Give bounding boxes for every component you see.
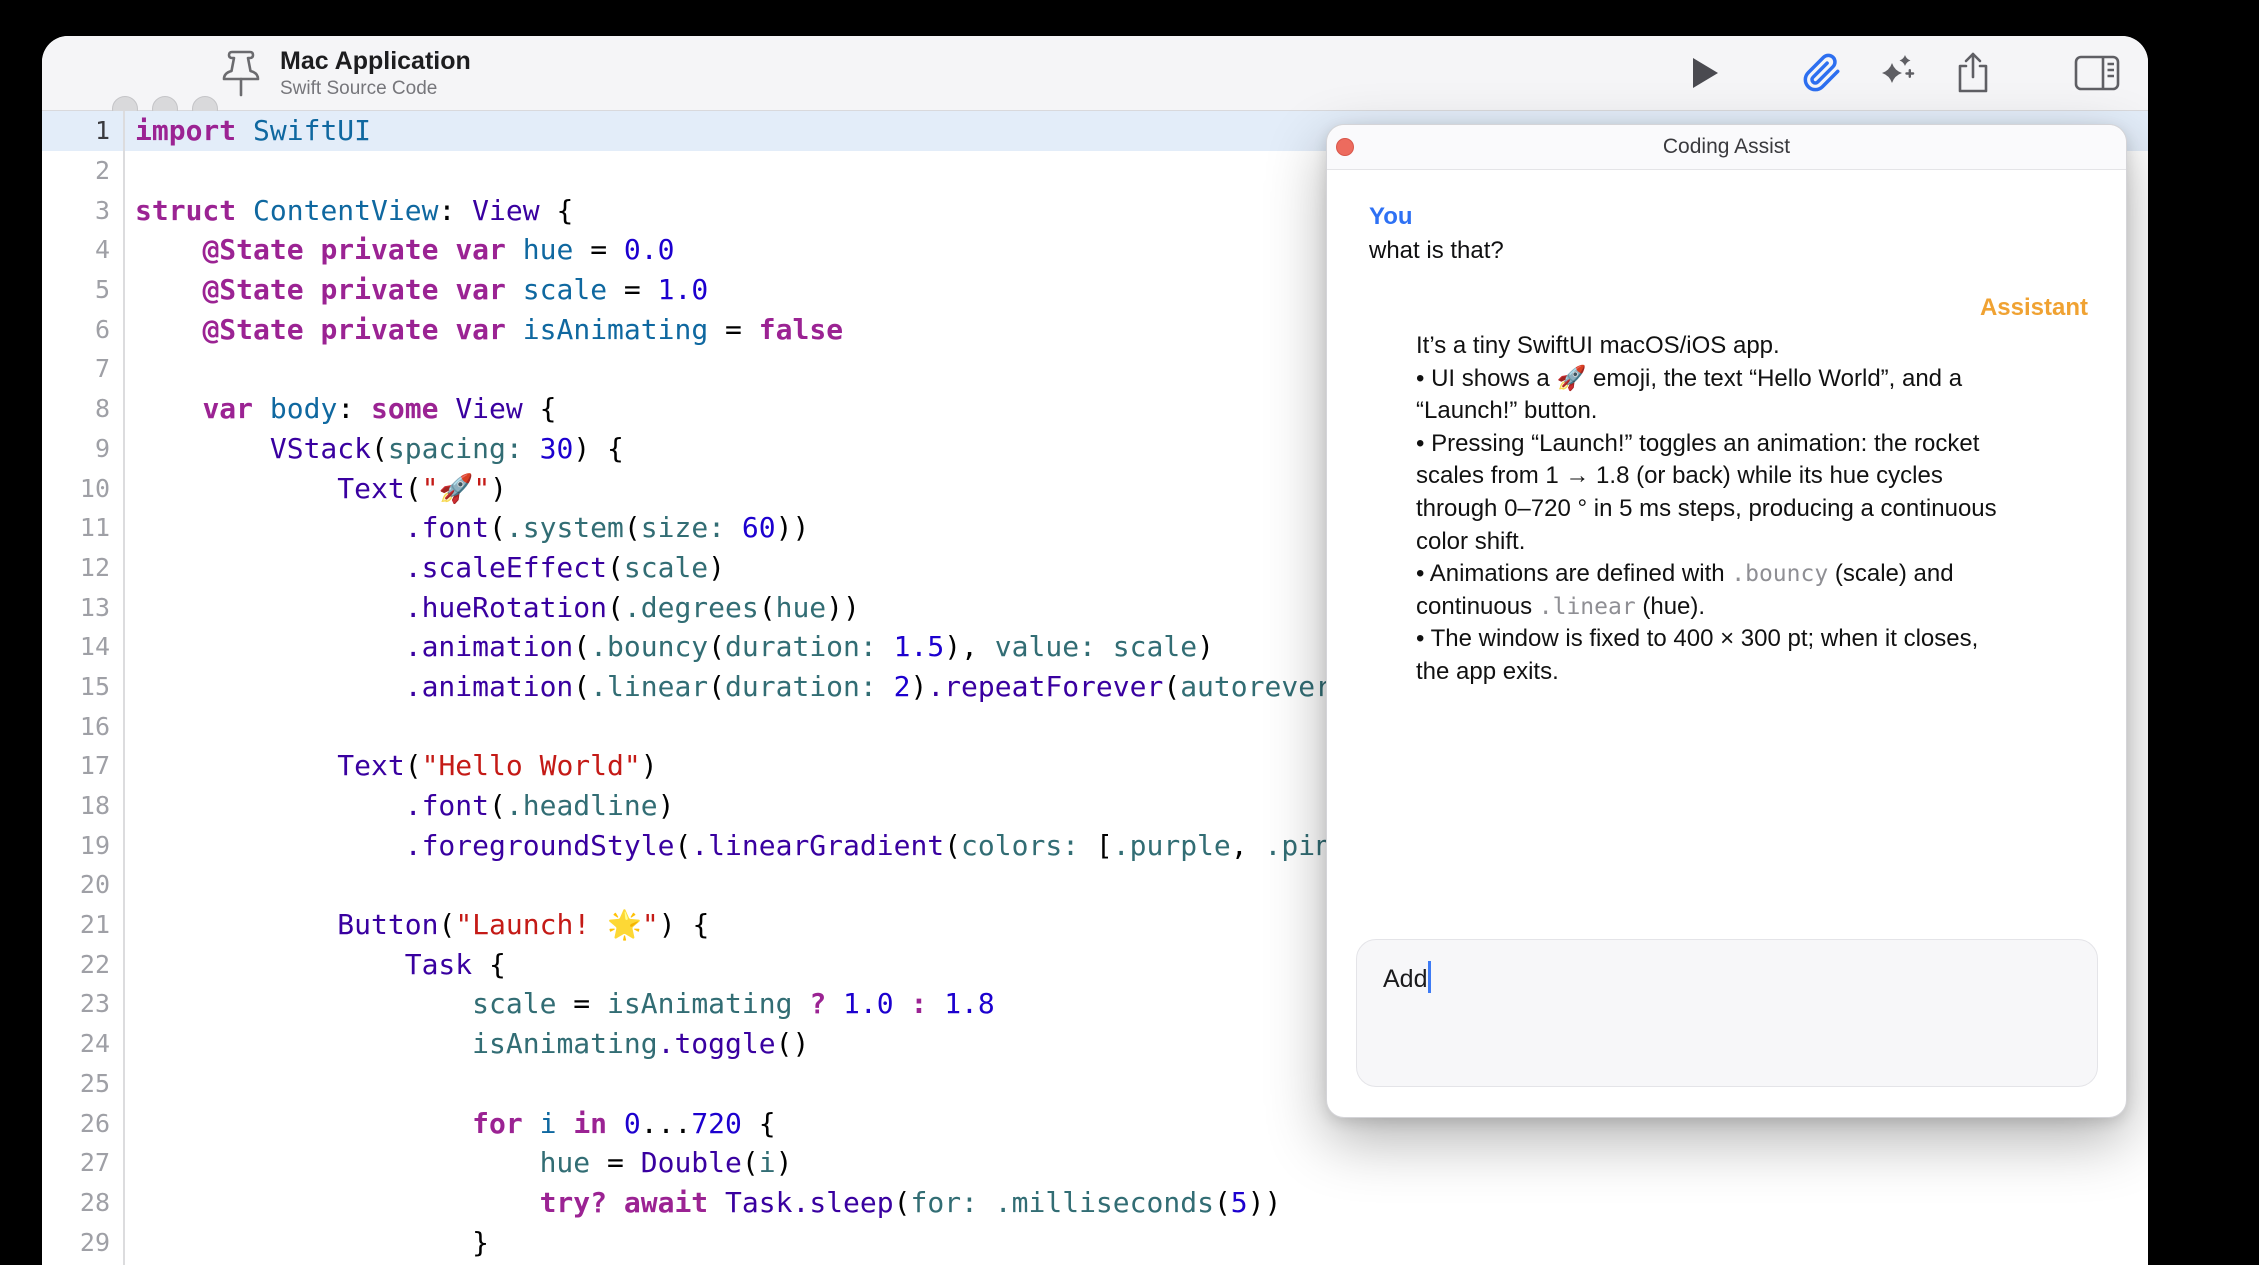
chat-input-value: Add: [1383, 965, 1427, 993]
line-number: 7: [42, 354, 123, 383]
code-text: VStack(spacing: 30) {: [123, 432, 624, 465]
code-text: @State private var isAnimating = false: [123, 313, 843, 346]
line-number: 4: [42, 235, 123, 264]
line-number: 26: [42, 1109, 123, 1138]
line-number: 6: [42, 315, 123, 344]
line-number: 19: [42, 831, 123, 860]
panel-title: Coding Assist: [1327, 125, 2126, 169]
code-text: var body: some View {: [123, 392, 556, 425]
code-text: Task {: [123, 948, 506, 981]
line-number: 12: [42, 553, 123, 582]
line-number: 25: [42, 1069, 123, 1098]
code-text: .hueRotation(.degrees(hue)): [123, 591, 860, 624]
user-message: what is that?: [1369, 236, 2088, 266]
pin-icon[interactable]: [220, 48, 262, 100]
coding-assist-header[interactable]: Coding Assist: [1327, 125, 2126, 170]
sidebar-toggle-button[interactable]: [2069, 36, 2125, 110]
text-cursor: [1428, 961, 1431, 993]
window-title-block: Mac Application Swift Source Code: [280, 47, 471, 100]
line-number: 8: [42, 394, 123, 423]
line-number: 14: [42, 632, 123, 661]
share-icon[interactable]: [1945, 36, 2001, 110]
run-button[interactable]: [1677, 36, 1733, 110]
line-number: 22: [42, 950, 123, 979]
code-text: .scaleEffect(scale): [123, 551, 725, 584]
line-number: 11: [42, 513, 123, 542]
line-number: 1: [42, 116, 123, 145]
window-subtitle: Swift Source Code: [280, 78, 471, 100]
titlebar: Mac Application Swift Source Code: [42, 36, 2148, 111]
code-text: .font(.system(size: 60)): [123, 511, 809, 544]
code-line[interactable]: 29 }: [42, 1222, 2148, 1262]
line-number: 23: [42, 989, 123, 1018]
code-text: }: [123, 1226, 489, 1259]
code-text: Text("Hello World"): [123, 749, 658, 782]
code-text: scale = isAnimating ? 1.0 : 1.8: [123, 987, 995, 1020]
line-number: 17: [42, 751, 123, 780]
code-text: try? await Task.sleep(for: .milliseconds…: [123, 1186, 1281, 1219]
window-title: Mac Application: [280, 47, 471, 75]
gutter-separator: [123, 111, 125, 1265]
line-number: 18: [42, 791, 123, 820]
code-text: .animation(.bouncy(duration: 1.5), value…: [123, 630, 1214, 663]
code-text: struct ContentView: View {: [123, 194, 573, 227]
code-text: @State private var scale = 1.0: [123, 273, 708, 306]
line-number: 5: [42, 275, 123, 304]
line-number: 29: [42, 1228, 123, 1257]
line-number: 15: [42, 672, 123, 701]
line-number: 21: [42, 910, 123, 939]
code-text: import SwiftUI: [123, 114, 371, 147]
line-number: 20: [42, 870, 123, 899]
line-number: 10: [42, 474, 123, 503]
code-text: for i in 0...720 {: [123, 1107, 776, 1140]
code-text: @State private var hue = 0.0: [123, 233, 675, 266]
code-text: .font(.headline): [123, 789, 674, 822]
chat-input[interactable]: Add: [1356, 939, 2098, 1087]
line-number: 2: [42, 156, 123, 185]
sparkles-ai-button[interactable]: [1868, 36, 1924, 110]
line-number: 24: [42, 1029, 123, 1058]
code-text: Button("Launch! 🌟") {: [123, 908, 709, 941]
code-text: isAnimating.toggle(): [123, 1027, 809, 1060]
line-number: 16: [42, 712, 123, 741]
code-text: hue = Double(i): [123, 1146, 792, 1179]
assistant-role-label: Assistant: [1369, 294, 2088, 322]
coding-assist-panel: Coding Assist You what is that? Assistan…: [1326, 124, 2127, 1118]
chat-area: You what is that? Assistant It’s a tiny …: [1327, 203, 2126, 689]
code-line[interactable]: 27 hue = Double(i): [42, 1143, 2148, 1183]
user-role-label: You: [1369, 203, 2088, 231]
close-panel-button[interactable]: [1336, 138, 1354, 156]
assistant-message: It’s a tiny SwiftUI macOS/iOS app. • UI …: [1416, 330, 2090, 689]
code-line[interactable]: 28 try? await Task.sleep(for: .milliseco…: [42, 1183, 2148, 1223]
line-number: 28: [42, 1188, 123, 1217]
paperclip-attach-button[interactable]: [1794, 36, 1850, 110]
line-number: 3: [42, 196, 123, 225]
line-number: 9: [42, 434, 123, 463]
line-number: 13: [42, 593, 123, 622]
code-text: Text("🚀"): [123, 472, 507, 505]
line-number: 27: [42, 1148, 123, 1177]
